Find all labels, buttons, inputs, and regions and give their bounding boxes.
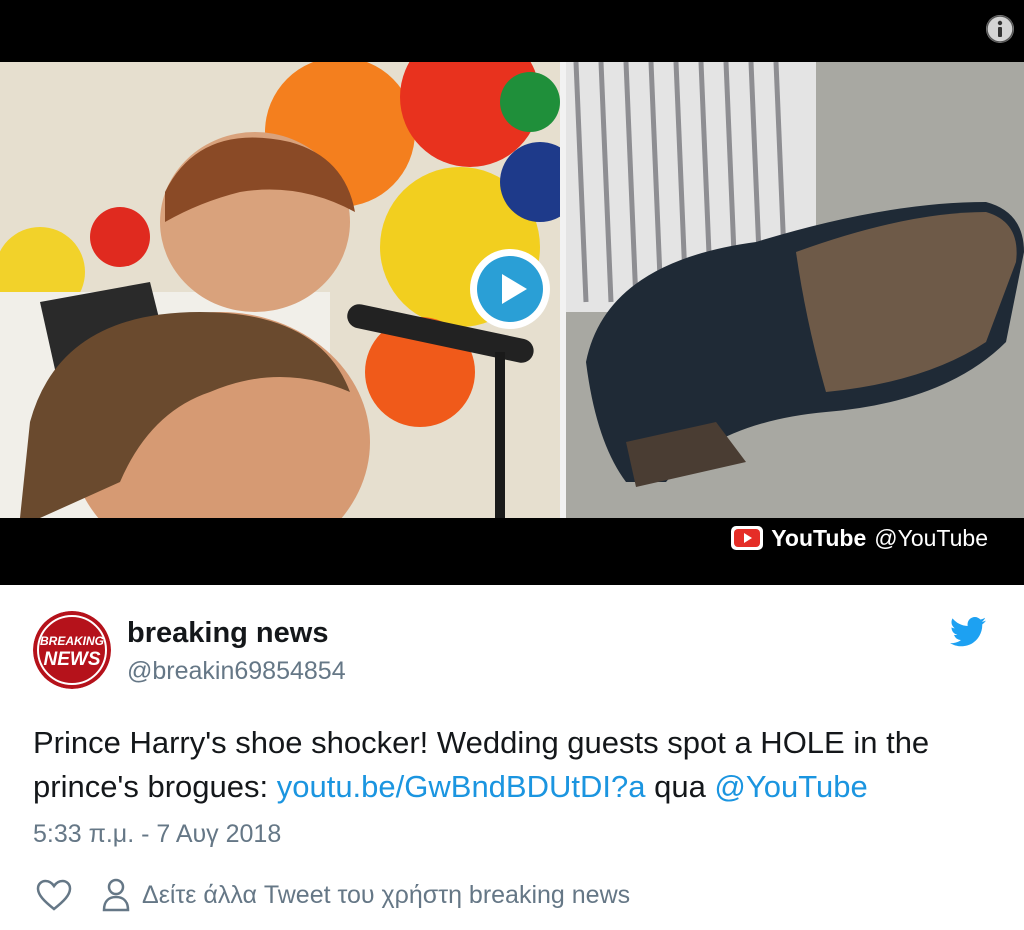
svg-text:BREAKING: BREAKING — [40, 634, 104, 648]
youtube-source-badge[interactable]: YouTube @YouTube — [731, 522, 988, 554]
youtube-logo-icon — [731, 526, 764, 550]
tweet-actions: Δείτε άλλα Tweet του χρήστη breaking new… — [36, 877, 630, 913]
tweet-url-link[interactable]: youtu.be/GwBndBDUtDI?a — [277, 769, 646, 804]
user-handle[interactable]: @breakin69854854 — [127, 657, 346, 686]
svg-text:NEWS: NEWS — [44, 649, 101, 670]
person-icon — [102, 878, 130, 912]
twitter-bird-icon[interactable] — [950, 617, 986, 647]
tweet-text: Prince Harry's shoe shocker! Wedding gue… — [33, 721, 1003, 809]
tweet-mention-link[interactable]: @YouTube — [714, 769, 867, 804]
avatar[interactable]: BREAKING NEWS — [33, 611, 111, 689]
media-card[interactable]: YouTube @YouTube — [0, 0, 1024, 585]
heart-icon[interactable] — [36, 879, 72, 911]
display-name[interactable]: breaking news — [127, 617, 328, 650]
youtube-source-name: YouTube — [771, 524, 867, 551]
youtube-source-handle: @YouTube — [874, 524, 988, 551]
info-icon[interactable] — [986, 15, 1014, 43]
tweet-text-via: qua — [645, 769, 715, 804]
tweet: BREAKING NEWS breaking news @breakin6985… — [0, 585, 1024, 930]
more-tweets-link[interactable]: Δείτε άλλα Tweet του χρήστη breaking new… — [142, 881, 630, 910]
thumbnail-right-image — [566, 62, 1024, 518]
play-icon[interactable] — [468, 247, 552, 331]
tweet-timestamp[interactable]: 5:33 π.μ. - 7 Αυγ 2018 — [33, 820, 281, 849]
